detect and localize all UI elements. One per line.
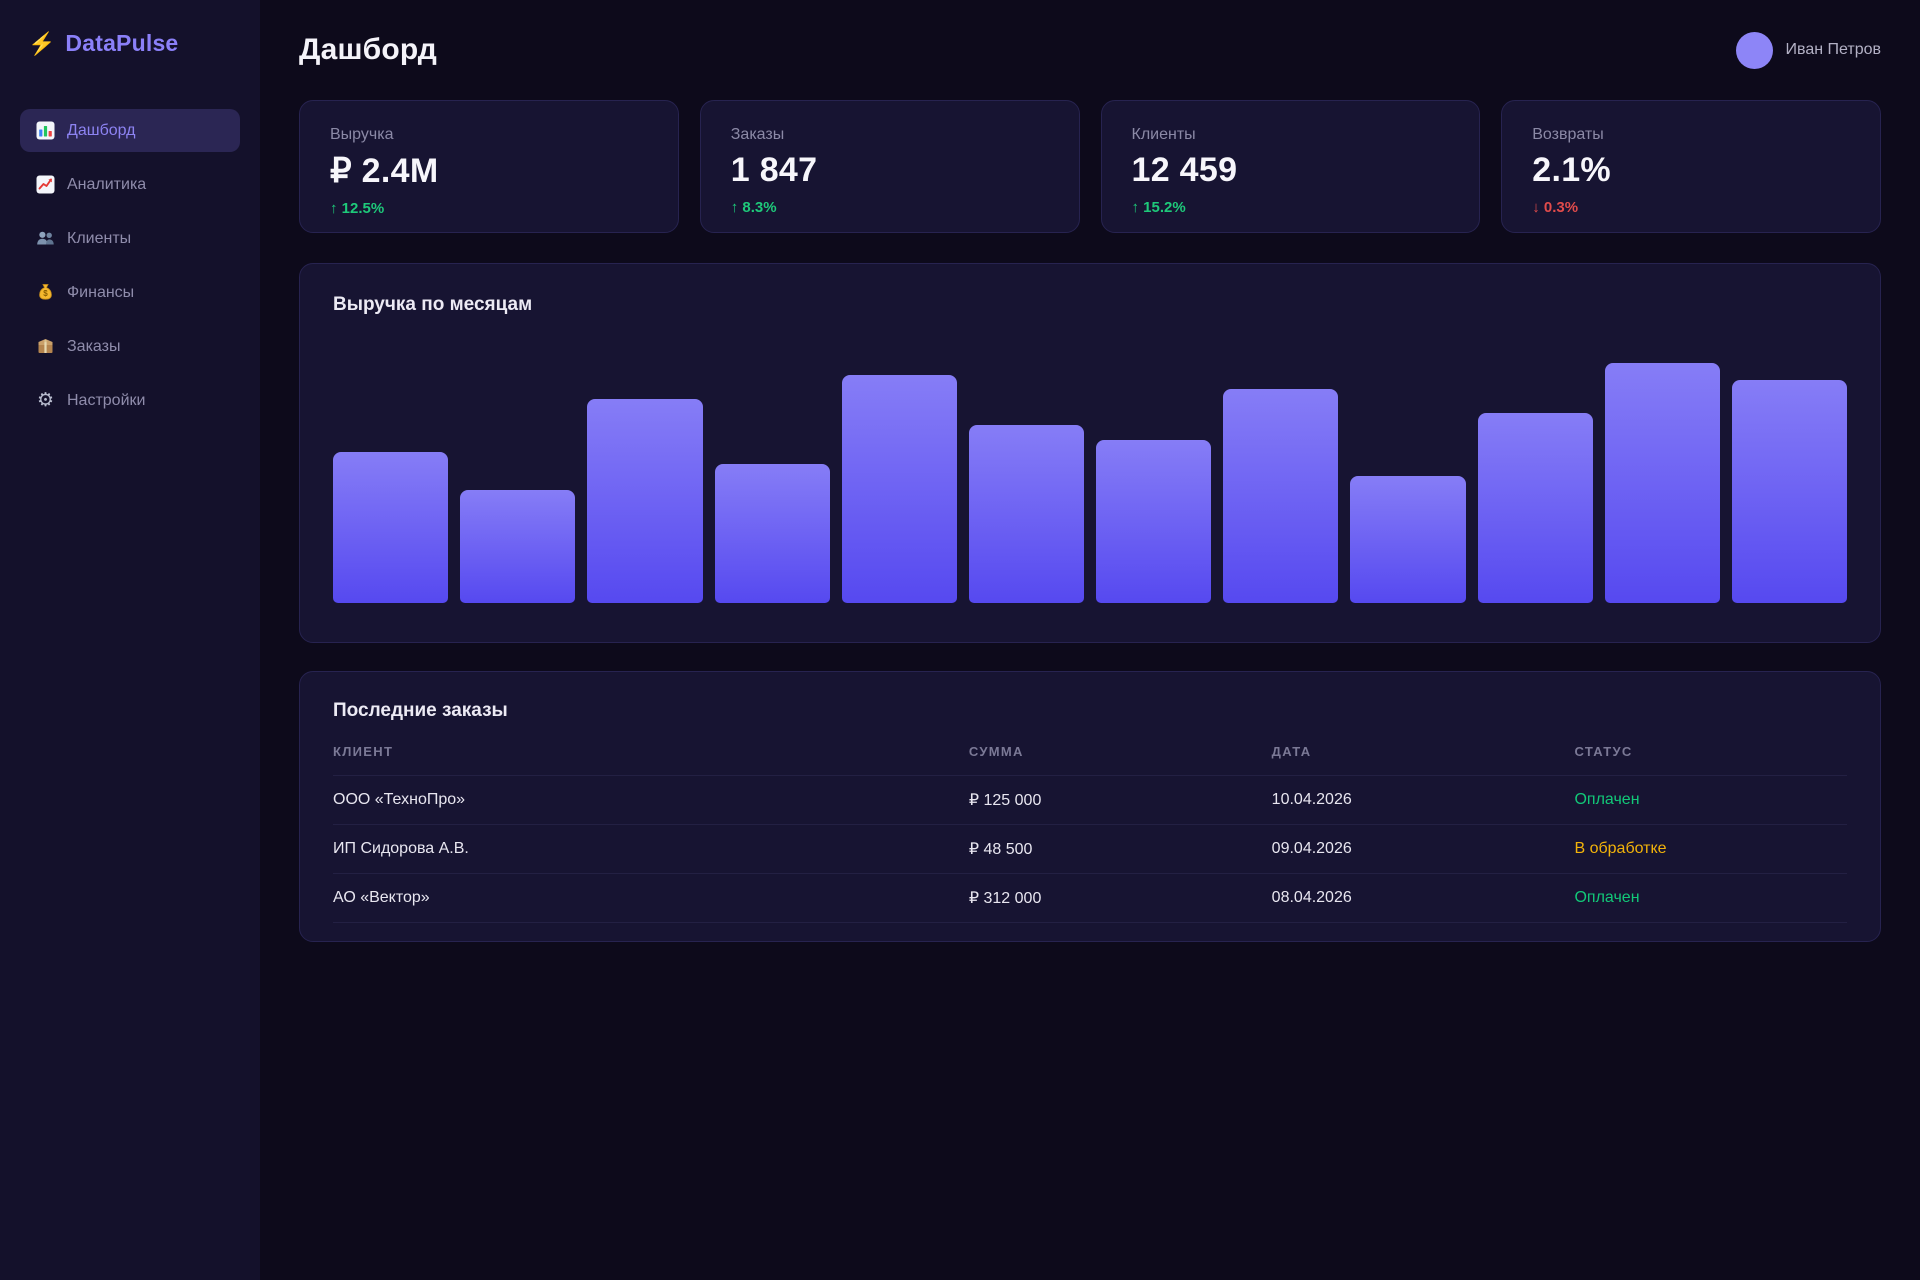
- sidebar-item-clients[interactable]: Клиенты: [20, 217, 240, 260]
- bar: [460, 490, 575, 603]
- bar-chart-icon: [36, 121, 55, 140]
- order-amount: ₽ 48 500: [969, 825, 1272, 874]
- stat-card-revenue: Выручка ₽ 2.4M ↑ 12.5%: [299, 100, 679, 233]
- order-status: Оплачен: [1574, 874, 1847, 923]
- bar-chart: [333, 363, 1847, 603]
- col-header-status: СТАТУС: [1574, 734, 1847, 776]
- app-name: DataPulse: [65, 30, 178, 57]
- page-header: Дашборд Иван Петров: [299, 30, 1881, 70]
- stat-card-clients: Клиенты 12 459 ↑ 15.2%: [1101, 100, 1481, 233]
- stats-row: Выручка ₽ 2.4M ↑ 12.5% Заказы 1 847 ↑ 8.…: [299, 100, 1881, 233]
- bar: [1605, 363, 1720, 603]
- page-title: Дашборд: [299, 33, 437, 67]
- money-bag-icon: $: [36, 283, 55, 302]
- revenue-chart-card: Выручка по месяцам: [299, 263, 1881, 643]
- stat-value: 2.1%: [1532, 151, 1850, 190]
- col-header-amount: СУММА: [969, 734, 1272, 776]
- orders-table: КЛИЕНТ СУММА ДАТА СТАТУС ООО «ТехноПро» …: [333, 734, 1847, 923]
- col-header-client: КЛИЕНТ: [333, 734, 969, 776]
- package-icon: [36, 337, 55, 356]
- avatar: [1736, 32, 1773, 69]
- stat-trend: ↑ 15.2%: [1132, 199, 1450, 216]
- stat-label: Заказы: [731, 126, 1049, 144]
- col-header-date: ДАТА: [1272, 734, 1575, 776]
- stat-label: Возвраты: [1532, 126, 1850, 144]
- user-menu[interactable]: Иван Петров: [1736, 32, 1882, 69]
- bar: [1350, 476, 1465, 603]
- stat-value: 1 847: [731, 151, 1049, 190]
- order-status: Оплачен: [1574, 776, 1847, 825]
- sidebar-item-label: Аналитика: [67, 176, 146, 194]
- bar: [1223, 389, 1338, 603]
- order-client: ИП Сидорова А.В.: [333, 825, 969, 874]
- stat-value: ₽ 2.4M: [330, 151, 648, 191]
- orders-title: Последние заказы: [333, 700, 1847, 722]
- lightning-icon: ⚡: [28, 31, 55, 57]
- bar: [333, 452, 448, 603]
- order-date: 08.04.2026: [1272, 874, 1575, 923]
- sidebar-item-dashboard[interactable]: Дашборд: [20, 109, 240, 152]
- order-date: 10.04.2026: [1272, 776, 1575, 825]
- bar: [1096, 440, 1211, 603]
- stat-label: Клиенты: [1132, 126, 1450, 144]
- bar: [1478, 413, 1593, 603]
- chart-title: Выручка по месяцам: [333, 294, 1847, 316]
- stat-label: Выручка: [330, 126, 648, 144]
- bar: [715, 464, 830, 603]
- sidebar-nav: Дашборд Аналитика Клиенты $ Финансы Зака…: [0, 69, 260, 422]
- stat-trend: ↑ 8.3%: [731, 199, 1049, 216]
- bar: [969, 425, 1084, 603]
- stat-card-returns: Возвраты 2.1% ↓ 0.3%: [1501, 100, 1881, 233]
- stat-card-orders: Заказы 1 847 ↑ 8.3%: [700, 100, 1080, 233]
- bar: [842, 375, 957, 603]
- user-name: Иван Петров: [1786, 41, 1882, 59]
- order-client: АО «Вектор»: [333, 874, 969, 923]
- sidebar-item-label: Заказы: [67, 338, 120, 356]
- sidebar: ⚡ DataPulse Дашборд Аналитика Клиенты $: [0, 0, 260, 1280]
- svg-text:$: $: [43, 289, 48, 298]
- stat-trend: ↓ 0.3%: [1532, 199, 1850, 216]
- bar: [587, 399, 702, 603]
- gear-icon: ⚙: [36, 391, 55, 410]
- stat-trend: ↑ 12.5%: [330, 200, 648, 217]
- order-client: ООО «ТехноПро»: [333, 776, 969, 825]
- sidebar-item-label: Клиенты: [67, 230, 131, 248]
- order-amount: ₽ 125 000: [969, 776, 1272, 825]
- sidebar-item-label: Финансы: [67, 284, 134, 302]
- table-row[interactable]: АО «Вектор» ₽ 312 000 08.04.2026 Оплачен: [333, 874, 1847, 923]
- stat-value: 12 459: [1132, 151, 1450, 190]
- users-icon: [36, 229, 55, 248]
- table-row[interactable]: ООО «ТехноПро» ₽ 125 000 10.04.2026 Опла…: [333, 776, 1847, 825]
- sidebar-item-settings[interactable]: ⚙ Настройки: [20, 379, 240, 422]
- main-content: Дашборд Иван Петров Выручка ₽ 2.4M ↑ 12.…: [260, 0, 1920, 942]
- sidebar-item-finance[interactable]: $ Финансы: [20, 271, 240, 314]
- table-row[interactable]: ИП Сидорова А.В. ₽ 48 500 09.04.2026 В о…: [333, 825, 1847, 874]
- order-status: В обработке: [1574, 825, 1847, 874]
- sidebar-item-label: Настройки: [67, 392, 145, 410]
- sidebar-item-orders[interactable]: Заказы: [20, 325, 240, 368]
- chart-increasing-icon: [36, 175, 55, 194]
- app-logo: ⚡ DataPulse: [0, 0, 260, 69]
- sidebar-item-analytics[interactable]: Аналитика: [20, 163, 240, 206]
- order-date: 09.04.2026: [1272, 825, 1575, 874]
- recent-orders-card: Последние заказы КЛИЕНТ СУММА ДАТА СТАТУ…: [299, 671, 1881, 942]
- order-amount: ₽ 312 000: [969, 874, 1272, 923]
- bar: [1732, 380, 1847, 603]
- table-header-row: КЛИЕНТ СУММА ДАТА СТАТУС: [333, 734, 1847, 776]
- sidebar-item-label: Дашборд: [67, 122, 136, 140]
